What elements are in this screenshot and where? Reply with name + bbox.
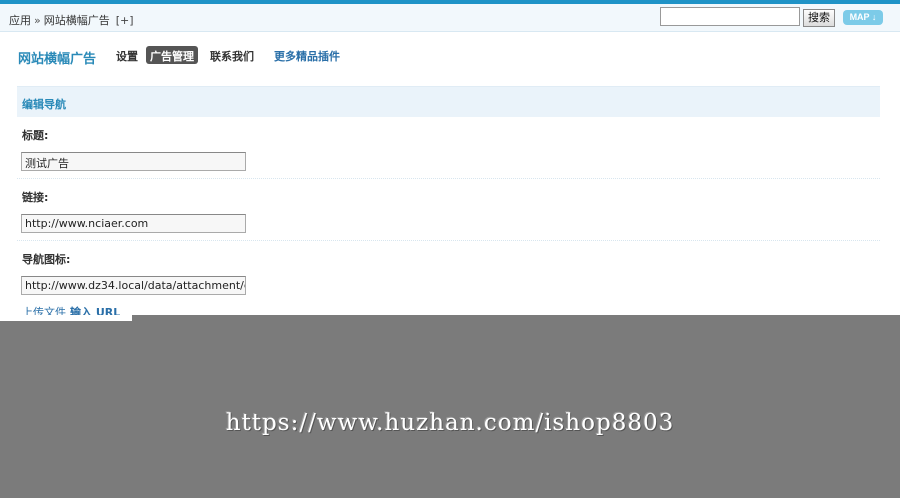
tab-ad-management[interactable]: 广告管理 [146,46,198,64]
divider [17,240,880,241]
map-label: MAP [849,12,870,22]
link-field[interactable]: http://www.nciaer.com [21,214,246,233]
overlay-notch [0,315,132,321]
divider [17,178,880,179]
tab-contact[interactable]: 联系我们 [210,48,254,64]
icon-url-field[interactable]: http://www.dz34.local/data/attachment/c [21,276,246,295]
app-title: 网站横幅广告 [18,52,97,67]
section-header: 编辑导航 [17,86,880,117]
search-button[interactable]: 搜索 [803,9,835,27]
gray-overlay [0,315,900,498]
top-bar: 应用» 网站横幅广告 [+] 搜索 MAP ↓ [0,4,900,32]
breadcrumb-add-link[interactable]: [+] [116,14,134,27]
arrow-down-icon: ↓ [871,12,877,22]
breadcrumb-current[interactable]: 网站横幅广告 [44,14,110,27]
search-input[interactable] [660,7,800,26]
tab-settings[interactable]: 设置 [116,48,138,64]
icon-label: 导航图标: [22,253,71,266]
section-title: 编辑导航 [22,98,66,111]
watermark-text: https://www.huzhan.com/ishop8803 [225,410,675,436]
tab-more-plugins[interactable]: 更多精品插件 [274,48,340,64]
breadcrumb-root[interactable]: 应用 [9,14,31,27]
title-label: 标题: [22,129,49,142]
map-button[interactable]: MAP ↓ [843,10,883,25]
title-field[interactable]: 测试广告 [21,152,246,171]
link-label: 链接: [22,191,49,204]
breadcrumb-separator: » [34,14,41,27]
breadcrumb: 应用» 网站横幅广告 [+] [9,12,134,28]
